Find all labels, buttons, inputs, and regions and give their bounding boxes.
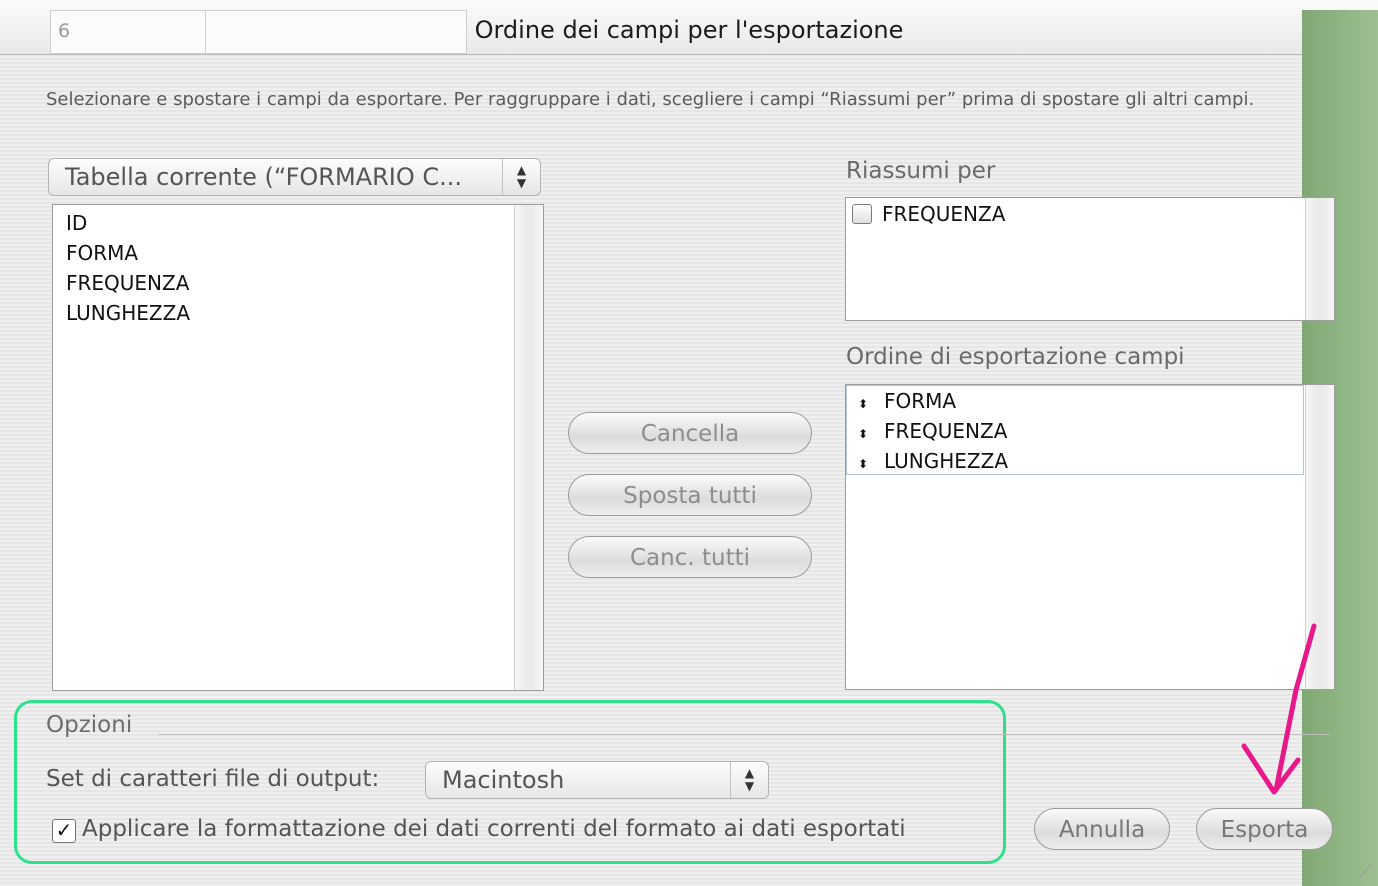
summary-list[interactable]: FREQUENZA xyxy=(845,197,1335,321)
popup-arrows-icon: ▲ ▼ xyxy=(502,159,540,195)
options-label: Opzioni xyxy=(46,712,133,738)
available-fields-list[interactable]: ID FORMA FREQUENZA LUNGHEZZA xyxy=(52,204,544,691)
summary-label: Riassumi per xyxy=(846,158,996,184)
drag-handle-icon[interactable]: ⬍ xyxy=(858,457,884,471)
clear-all-button[interactable]: Canc. tutti xyxy=(568,536,812,578)
apply-format-row[interactable]: ✓ Applicare la formattazione dei dati cor… xyxy=(52,816,906,843)
export-item-lunghezza[interactable]: ⬍ LUNGHEZZA xyxy=(858,449,1008,473)
available-fields-scrollbar[interactable] xyxy=(514,205,543,690)
annulla-button[interactable]: Annulla xyxy=(1034,808,1170,850)
charset-label: Set di caratteri file di output: xyxy=(46,766,380,792)
drag-handle-icon[interactable]: ⬍ xyxy=(858,427,884,441)
apply-format-label: Applicare la formattazione dei dati corr… xyxy=(82,816,906,842)
export-order-label: Ordine di esportazione campi xyxy=(846,344,1185,370)
export-item-forma[interactable]: ⬍ FORMA xyxy=(858,389,956,413)
field-item-frequenza[interactable]: FREQUENZA xyxy=(66,271,189,295)
esporta-button[interactable]: Esporta xyxy=(1196,808,1333,850)
annotation-arrow-icon xyxy=(1241,623,1317,795)
summary-checkbox[interactable] xyxy=(852,204,872,224)
options-divider xyxy=(158,734,1330,735)
export-item-frequenza[interactable]: ⬍ FREQUENZA xyxy=(858,419,1007,443)
table-popup-label: Tabella corrente (“FORMARIO C... xyxy=(65,163,462,191)
field-item-lunghezza[interactable]: LUNGHEZZA xyxy=(66,301,190,325)
table-popup[interactable]: Tabella corrente (“FORMARIO C... ▲ ▼ xyxy=(48,158,541,196)
drag-handle-icon[interactable]: ⬍ xyxy=(858,397,884,411)
popup-arrows-icon: ▲ ▼ xyxy=(730,762,768,798)
field-item-forma[interactable]: FORMA xyxy=(66,241,138,265)
charset-popup-value: Macintosh xyxy=(442,766,565,794)
apply-format-checkbox[interactable]: ✓ xyxy=(52,819,76,843)
summary-item-frequenza[interactable]: FREQUENZA xyxy=(852,202,1005,226)
charset-popup[interactable]: Macintosh ▲ ▼ xyxy=(425,761,769,799)
field-item-id[interactable]: ID xyxy=(66,211,87,235)
summary-scrollbar[interactable] xyxy=(1305,198,1334,320)
dialog-title: Ordine dei campi per l'esportazione xyxy=(474,16,904,44)
move-all-button[interactable]: Sposta tutti xyxy=(568,474,812,516)
instructions-text: Selezionare e spostare i campi da esport… xyxy=(46,89,1255,110)
resize-grip-icon[interactable]: ⟋ xyxy=(1359,861,1372,882)
cancel-button[interactable]: Cancella xyxy=(568,412,812,454)
